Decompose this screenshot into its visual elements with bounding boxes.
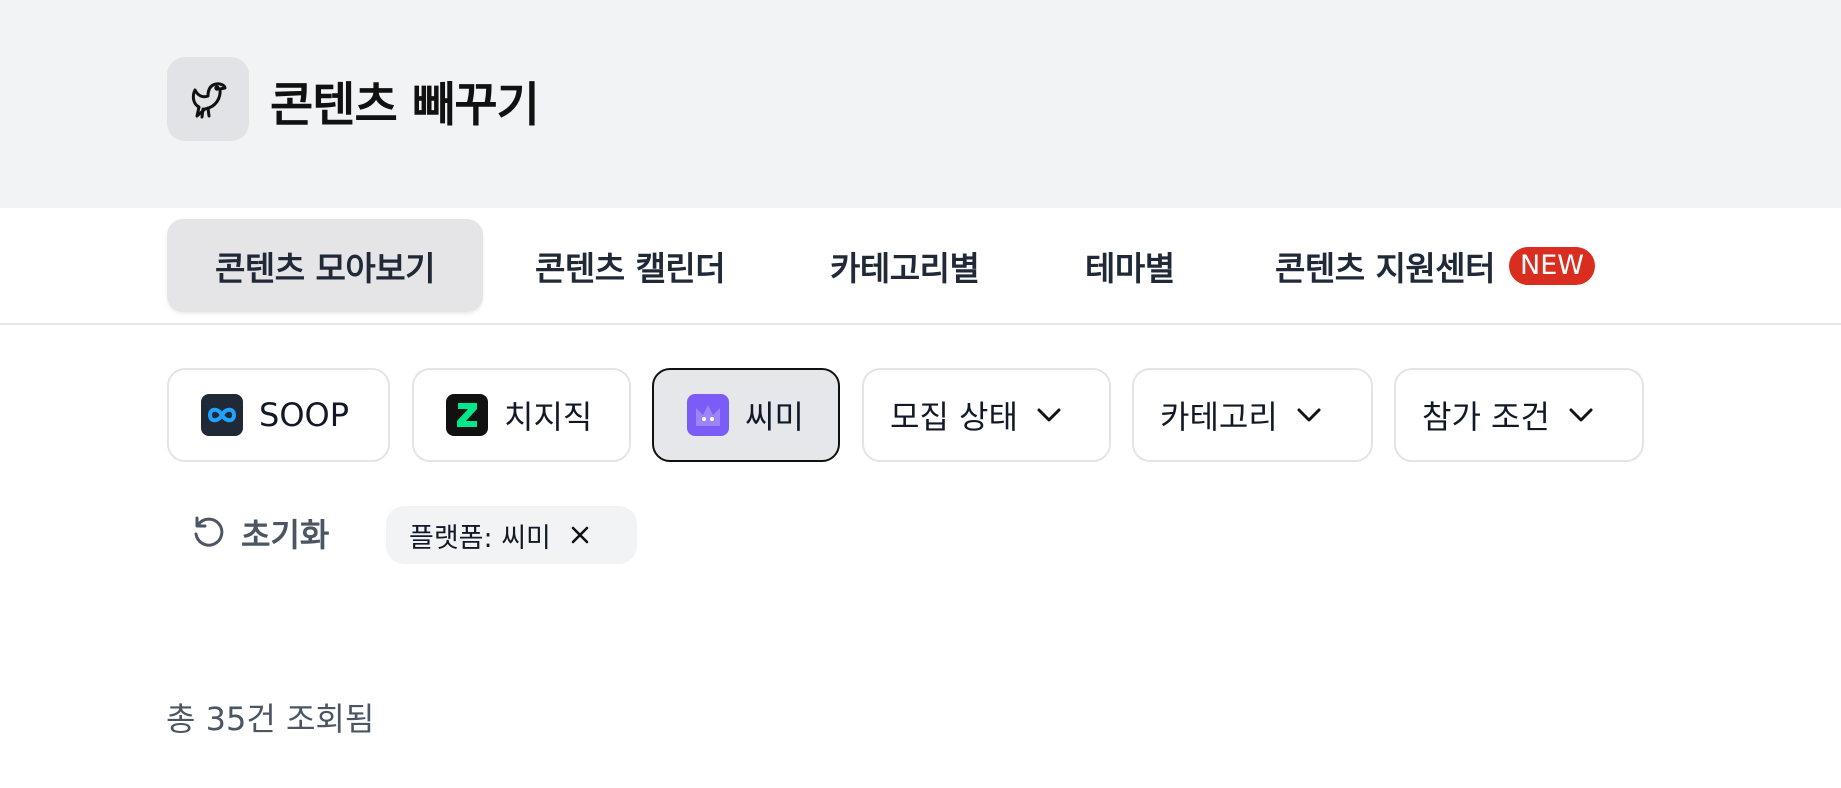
filter-participation[interactable]: 참가 조건 <box>1394 368 1644 462</box>
site-title[interactable]: 콘텐츠 빼꾸기 <box>270 66 540 135</box>
main-nav: 콘텐츠 모아보기 콘텐츠 캘린더 카테고리별 테마별 콘텐츠 지원센터 NEW <box>0 208 1841 325</box>
filter-platform-soop[interactable]: SOOP <box>167 368 390 462</box>
chzzk-icon <box>446 394 488 436</box>
tab-label: 콘텐츠 모아보기 <box>214 248 436 288</box>
reset-label: 초기화 <box>241 516 330 554</box>
filter-label: 모집 상태 <box>890 398 1018 436</box>
logo[interactable] <box>167 57 249 141</box>
filter-label: 치지직 <box>504 398 593 436</box>
close-icon[interactable] <box>569 524 591 546</box>
reset-button[interactable]: 초기화 <box>191 510 329 556</box>
filter-platform-cime[interactable]: 씨미 <box>652 368 840 462</box>
tab-label: 카테고리별 <box>830 248 980 288</box>
tab-by-theme[interactable]: 테마별 <box>1085 219 1175 312</box>
tab-label: 테마별 <box>1085 248 1175 288</box>
reset-icon <box>194 516 224 547</box>
tab-content-gather[interactable]: 콘텐츠 모아보기 <box>167 219 483 312</box>
filter-label: SOOP <box>259 396 349 434</box>
active-filter-chip: 플랫폼: 씨미 <box>386 506 637 564</box>
chevron-down-icon <box>1568 407 1594 423</box>
cime-icon <box>687 394 729 436</box>
result-count: 총 35건 조회됨 <box>166 700 375 738</box>
tab-label: 콘텐츠 캘린더 <box>535 248 726 288</box>
new-badge: NEW <box>1509 246 1595 285</box>
filter-label: 씨미 <box>745 398 804 436</box>
tab-content-calendar[interactable]: 콘텐츠 캘린더 <box>535 219 726 312</box>
site-header: 콘텐츠 빼꾸기 <box>0 0 1841 208</box>
chip-label: 플랫폼: 씨미 <box>409 522 551 554</box>
bird-icon <box>191 82 227 119</box>
filter-recruit-status[interactable]: 모집 상태 <box>862 368 1111 462</box>
chevron-down-icon <box>1296 407 1322 423</box>
filter-platform-chzzk[interactable]: 치지직 <box>412 368 631 462</box>
tab-label: 콘텐츠 지원센터 <box>1275 248 1496 288</box>
tab-by-category[interactable]: 카테고리별 <box>830 219 980 312</box>
tab-support-center[interactable]: 콘텐츠 지원센터 NEW <box>1275 219 1595 312</box>
filter-label: 참가 조건 <box>1422 398 1550 436</box>
filter-category[interactable]: 카테고리 <box>1132 368 1373 462</box>
chevron-down-icon <box>1036 407 1062 423</box>
soop-icon <box>201 394 243 436</box>
filter-label: 카테고리 <box>1160 398 1278 436</box>
